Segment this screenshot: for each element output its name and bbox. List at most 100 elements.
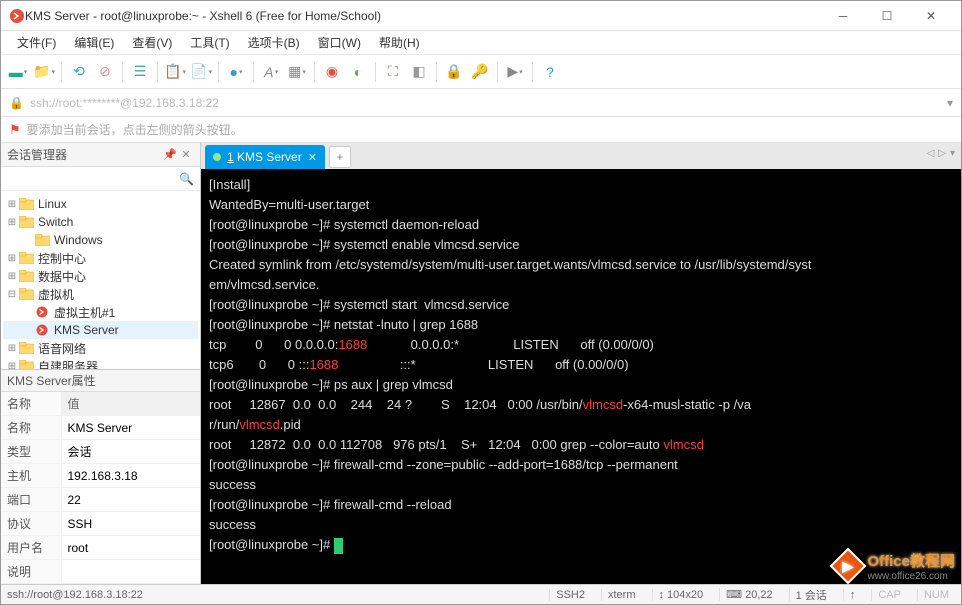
prop-value: root	[61, 536, 200, 560]
fullscreen-button[interactable]: ⛶	[382, 61, 404, 83]
tree-item[interactable]: ⊞ 语音网络	[3, 339, 198, 357]
tree-label: Windows	[54, 233, 103, 247]
properties-button[interactable]: ☰	[129, 61, 151, 83]
folder-icon	[19, 341, 35, 355]
panel-close-icon[interactable]: ✕	[178, 148, 194, 161]
paste-button[interactable]: 📄	[190, 61, 212, 83]
tab-scroll-right-icon[interactable]: ▷	[938, 148, 946, 159]
property-row: 用户名root	[1, 536, 200, 560]
dropdown-icon[interactable]: ▾	[947, 96, 953, 110]
find-button[interactable]: ●	[225, 61, 247, 83]
prop-value: 22	[61, 488, 200, 512]
title-bar: KMS Server - root@linuxprobe:~ - Xshell …	[1, 1, 961, 31]
expand-icon[interactable]: ⊞	[5, 343, 19, 354]
expand-icon[interactable]: ⊞	[5, 361, 19, 370]
terminal-line: [root@linuxprobe ~]# netstat -lnuto | gr…	[209, 315, 953, 335]
tree-label: 虚拟机	[38, 286, 74, 303]
tree-item[interactable]: KMS Server	[3, 321, 198, 339]
address-url: ssh://root:********@192.168.3.18:22	[30, 96, 947, 110]
tab-close-icon[interactable]: ✕	[308, 151, 317, 164]
prop-value: SSH	[61, 512, 200, 536]
lock-button[interactable]: 🔒	[443, 61, 465, 83]
tab-menu-icon[interactable]: ▾	[950, 148, 955, 159]
terminal-line: em/vlmcsd.service.	[209, 275, 953, 295]
folder-icon	[19, 215, 35, 229]
tab-scroll-left-icon[interactable]: ◁	[927, 148, 935, 159]
terminal-line: Created symlink from /etc/systemd/system…	[209, 255, 953, 275]
tree-item[interactable]: ⊞Switch	[3, 213, 198, 231]
expand-icon[interactable]: ⊞	[5, 199, 19, 210]
separator	[61, 62, 62, 82]
left-panel: 会话管理器 📌 ✕ 🔍 ⊞Linux⊞SwitchWindows⊞控制中心⊞数据…	[1, 143, 201, 584]
tab-kms-server[interactable]: 1 KMS Server ✕	[205, 145, 325, 169]
key-button[interactable]: 🔑	[469, 61, 491, 83]
session-icon	[35, 305, 51, 319]
expand-icon[interactable]: ⊟	[5, 289, 19, 300]
color-button[interactable]: ▦	[286, 61, 308, 83]
flag-icon: ⚑	[9, 122, 21, 138]
prop-value	[61, 560, 200, 584]
menu-window[interactable]: 窗口(W)	[310, 31, 369, 54]
folder-icon	[35, 233, 51, 247]
separator	[218, 62, 219, 82]
minimize-button[interactable]: ─	[821, 2, 865, 30]
address-bar[interactable]: 🔒 ssh://root:********@192.168.3.18:22 ▾	[1, 89, 961, 117]
tree-item[interactable]: ⊟ 虚拟机	[3, 285, 198, 303]
tree-label: Linux	[38, 197, 67, 211]
folder-icon	[19, 287, 35, 301]
menu-help[interactable]: 帮助(H)	[371, 31, 428, 54]
expand-icon[interactable]: ⊞	[5, 217, 19, 228]
tree-label: 控制中心	[38, 250, 86, 267]
property-row: 类型会话	[1, 440, 200, 464]
tree-label: 语音网络	[38, 340, 86, 357]
property-row: 名称KMS Server	[1, 416, 200, 440]
prop-key: 端口	[1, 488, 61, 512]
tree-item[interactable]: ⊞ Linux	[3, 195, 198, 213]
status-term: xterm	[601, 589, 642, 601]
tab-status-icon	[213, 153, 221, 161]
tree-item[interactable]: ⊞ 自建服务器	[3, 357, 198, 369]
pin-icon[interactable]: 📌	[162, 148, 178, 161]
separator	[122, 62, 123, 82]
tree-label: 自建服务器	[38, 358, 98, 370]
transparency-button[interactable]: ◧	[408, 61, 430, 83]
menu-tools[interactable]: 工具(T)	[182, 31, 237, 54]
toolbar: ▬ 📁 ⟲ ⊘ ☰ 📋 📄 ● A ▦ ◉ ◐ ⛶ ◧ 🔒 🔑 ▶ ?	[1, 55, 961, 89]
separator	[314, 62, 315, 82]
copy-button[interactable]: 📋	[164, 61, 186, 83]
help-button[interactable]: ?	[539, 61, 561, 83]
separator	[253, 62, 254, 82]
menu-file[interactable]: 文件(F)	[9, 31, 64, 54]
tree-item[interactable]: ⊞ 控制中心	[3, 249, 198, 267]
close-button[interactable]: ✕	[909, 2, 953, 30]
session-tree[interactable]: ⊞ Linux ⊞Switch Windows ⊞ 控制中心⊞数据中心 ⊟ 虚拟机虚拟主机#1…	[1, 191, 200, 369]
terminal[interactable]: [Install]WantedBy=multi-user.target[root…	[201, 169, 961, 584]
tree-item[interactable]: 虚拟主机#1	[3, 303, 198, 321]
font-button[interactable]: A	[260, 61, 282, 83]
menu-edit[interactable]: 编辑(E)	[66, 31, 122, 54]
menu-tabs[interactable]: 选项卡(B)	[240, 31, 308, 54]
xftp-button[interactable]: ◐	[347, 61, 369, 83]
expand-icon[interactable]: ⊞	[5, 253, 19, 264]
session-search[interactable]: 🔍	[1, 167, 200, 191]
new-tab-button[interactable]: +	[329, 146, 351, 168]
tree-item[interactable]: Windows	[3, 231, 198, 249]
tree-item[interactable]: ⊞数据中心	[3, 267, 198, 285]
tab-strip: 1 KMS Server ✕ + ◁ ▷ ▾	[201, 143, 961, 169]
prop-value: 192.168.3.18	[61, 464, 200, 488]
new-session-button[interactable]: ▬	[7, 61, 29, 83]
tree-label: 虚拟主机#1	[54, 304, 115, 321]
xshell-button[interactable]: ◉	[321, 61, 343, 83]
properties-grid: KMS Server属性 名称值 名称KMS Server类型会话主机192.1…	[1, 369, 200, 584]
separator	[436, 62, 437, 82]
prop-key: 协议	[1, 512, 61, 536]
script-button[interactable]: ▶	[504, 61, 526, 83]
open-button[interactable]: 📁	[33, 61, 55, 83]
separator	[375, 62, 376, 82]
expand-icon[interactable]: ⊞	[5, 271, 19, 282]
reconnect-button[interactable]: ⟲	[68, 61, 90, 83]
maximize-button[interactable]: ☐	[865, 2, 909, 30]
app-icon	[9, 8, 25, 24]
menu-view[interactable]: 查看(V)	[124, 31, 180, 54]
disconnect-button[interactable]: ⊘	[94, 61, 116, 83]
